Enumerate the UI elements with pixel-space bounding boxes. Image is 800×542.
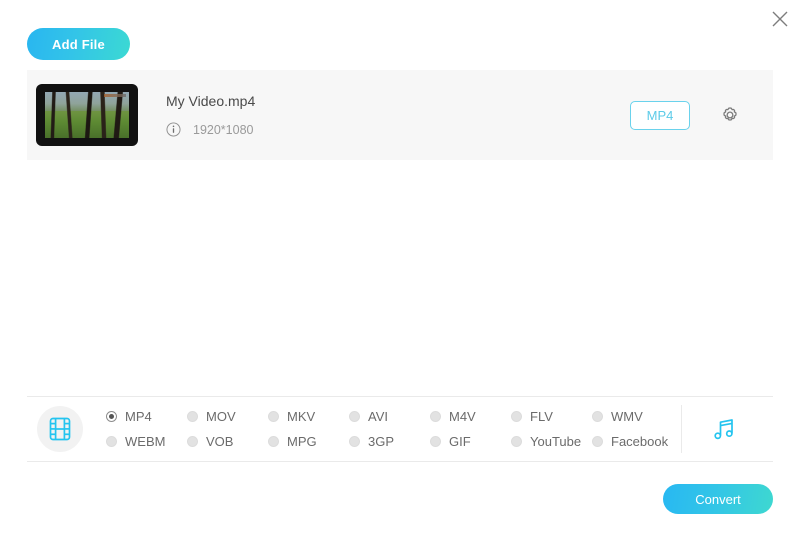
info-icon[interactable]: [166, 122, 181, 137]
video-category-button[interactable]: [37, 406, 83, 452]
format-option-mpg[interactable]: MPG: [268, 429, 349, 454]
file-name-label: My Video.mp4: [166, 93, 256, 109]
video-thumbnail-image: [45, 92, 129, 138]
file-list-row: My Video.mp4 1920*1080 MP4: [27, 70, 773, 160]
format-option-label: MPG: [287, 434, 317, 449]
file-resolution-label: 1920*1080: [193, 122, 254, 137]
audio-category-button[interactable]: [709, 414, 739, 444]
format-option-label: M4V: [449, 409, 476, 424]
format-option-label: FLV: [530, 409, 553, 424]
file-metadata: My Video.mp4 1920*1080: [166, 93, 630, 137]
close-icon: [772, 11, 788, 27]
music-note-icon: [714, 419, 733, 440]
radio-icon[interactable]: [187, 411, 198, 422]
radio-icon[interactable]: [511, 411, 522, 422]
format-option-label: Facebook: [611, 434, 669, 449]
radio-icon[interactable]: [106, 436, 117, 447]
radio-icon[interactable]: [511, 436, 522, 447]
file-settings-button[interactable]: [718, 103, 742, 127]
format-option-wmv[interactable]: WMV: [592, 404, 673, 429]
radio-icon[interactable]: [592, 411, 603, 422]
format-option-mkv[interactable]: MKV: [268, 404, 349, 429]
format-option-label: MP4: [125, 409, 152, 424]
format-option-vob[interactable]: VOB: [187, 429, 268, 454]
add-file-button[interactable]: Add File: [27, 28, 130, 60]
format-option-label: YouTube: [530, 434, 582, 449]
format-option-label: AVI: [368, 409, 388, 424]
format-option-m4v[interactable]: M4V: [430, 404, 511, 429]
format-option-label: 3GP: [368, 434, 395, 449]
close-window-button[interactable]: [763, 2, 797, 36]
gear-icon: [723, 107, 737, 121]
format-options-grid: MP4 MOV MKV AVI M4V FLV WMV WEBM VOB MPG…: [106, 404, 673, 454]
radio-icon[interactable]: [268, 436, 279, 447]
format-selection-panel: MP4 MOV MKV AVI M4V FLV WMV WEBM VOB MPG…: [27, 396, 773, 462]
format-option-3gp[interactable]: 3GP: [349, 429, 430, 454]
radio-icon[interactable]: [349, 436, 360, 447]
radio-icon[interactable]: [349, 411, 360, 422]
format-option-label: WEBM: [125, 434, 166, 449]
add-file-label: Add File: [52, 36, 105, 52]
format-option-mp4[interactable]: MP4: [106, 404, 187, 429]
panel-divider: [681, 405, 682, 453]
radio-icon[interactable]: [430, 436, 441, 447]
format-option-label: VOB: [206, 434, 234, 449]
format-option-mov[interactable]: MOV: [187, 404, 268, 429]
radio-icon[interactable]: [430, 411, 441, 422]
format-option-avi[interactable]: AVI: [349, 404, 430, 429]
file-details-row: 1920*1080: [166, 122, 630, 137]
format-option-label: WMV: [611, 409, 643, 424]
format-option-facebook[interactable]: Facebook: [592, 429, 673, 454]
output-format-badge[interactable]: MP4: [630, 100, 690, 130]
format-option-label: MKV: [287, 409, 316, 424]
radio-icon[interactable]: [187, 436, 198, 447]
radio-icon[interactable]: [592, 436, 603, 447]
radio-icon[interactable]: [106, 411, 117, 422]
format-option-gif[interactable]: GIF: [430, 429, 511, 454]
film-strip-icon: [49, 417, 71, 441]
output-format-label: MP4: [646, 107, 674, 123]
convert-label: Convert: [695, 491, 741, 507]
format-option-youtube[interactable]: YouTube: [511, 429, 592, 454]
convert-button[interactable]: Convert: [663, 484, 773, 514]
radio-icon[interactable]: [268, 411, 279, 422]
format-option-label: MOV: [206, 409, 236, 424]
format-option-webm[interactable]: WEBM: [106, 429, 187, 454]
format-option-label: GIF: [449, 434, 471, 449]
video-thumbnail[interactable]: [36, 84, 138, 146]
format-option-flv[interactable]: FLV: [511, 404, 592, 429]
thumbnail-trees: [45, 92, 129, 138]
thumbnail-watermark: [104, 94, 126, 97]
